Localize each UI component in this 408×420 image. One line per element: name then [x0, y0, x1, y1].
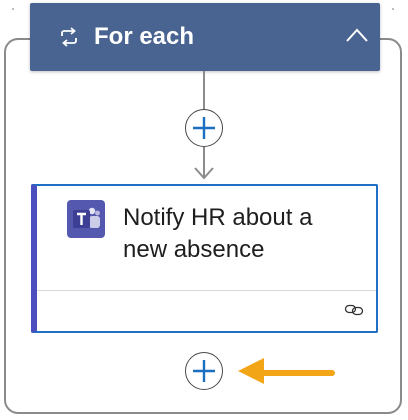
link-icon[interactable] [344, 302, 364, 318]
plus-icon [193, 360, 215, 382]
foreach-title: For each [94, 23, 195, 50]
callout-arrow-icon [238, 358, 335, 384]
teams-icon [67, 200, 105, 238]
connector-line [203, 71, 205, 111]
loop-icon [61, 27, 77, 47]
chevron-up-icon[interactable] [344, 23, 370, 49]
scope-dot [392, 8, 394, 10]
card-divider [37, 290, 376, 291]
connector-arrowhead [194, 167, 214, 180]
scope-dot [12, 8, 14, 10]
action-title: Notify HR about a new absence [123, 204, 313, 263]
add-step-button[interactable] [185, 352, 223, 390]
action-card[interactable]: Notify HR about a new absence [31, 184, 378, 333]
add-step-button[interactable] [185, 109, 223, 147]
foreach-header[interactable]: For each [30, 3, 380, 71]
plus-icon [193, 117, 215, 139]
